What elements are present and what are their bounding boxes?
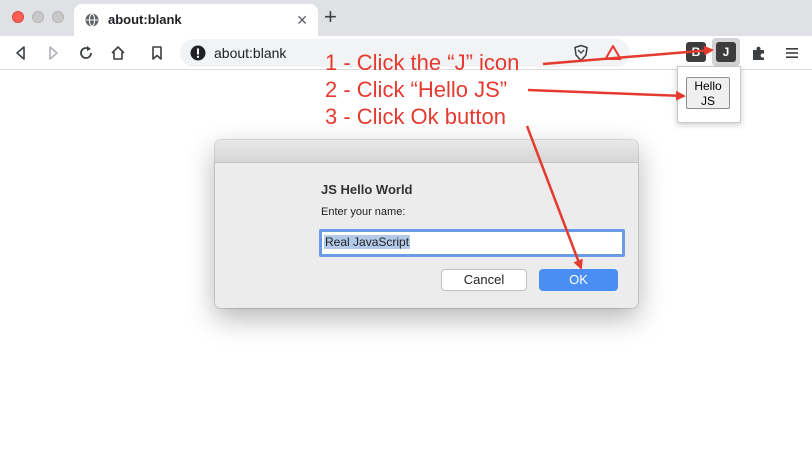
name-input[interactable]: Real JavaScript <box>319 229 625 257</box>
brave-rewards-icon[interactable] <box>604 44 622 62</box>
prompt-dialog: JS Hello World Enter your name: Real Jav… <box>215 140 638 308</box>
zoom-window-button[interactable] <box>52 11 64 23</box>
dialog-message: Enter your name: <box>321 206 406 218</box>
cancel-button[interactable]: Cancel <box>441 269 527 291</box>
tab-title: about:blank <box>108 12 182 27</box>
close-icon[interactable]: ✕ <box>296 12 308 29</box>
annotation-step3: 3 - Click Ok button <box>325 104 506 129</box>
annotation-step1: 1 - Click the “J” icon <box>325 50 520 75</box>
annotation-step2: 2 - Click “Hello JS” <box>325 77 508 102</box>
hello-js-button[interactable]: Hello JS <box>686 77 730 109</box>
back-icon[interactable] <box>12 44 30 62</box>
info-icon[interactable] <box>190 45 206 61</box>
close-window-button[interactable] <box>12 11 24 23</box>
hello-js-label-line1: Hello <box>694 79 722 93</box>
hello-js-label-line2: JS <box>700 94 715 108</box>
forward-icon[interactable] <box>44 44 62 62</box>
globe-icon <box>85 13 99 27</box>
minimize-window-button[interactable] <box>32 11 44 23</box>
dialog-titlebar[interactable] <box>215 140 638 163</box>
arrow-step2 <box>527 88 686 101</box>
url-text: about:blank <box>214 45 287 61</box>
brave-shield-icon[interactable] <box>572 44 590 62</box>
j-extension-icon[interactable]: J <box>716 42 736 62</box>
reload-icon[interactable] <box>77 44 95 62</box>
extension-popup: Hello JS <box>677 66 741 123</box>
new-tab-button[interactable]: + <box>324 6 337 28</box>
extension-b-button[interactable]: B <box>686 42 706 62</box>
menu-icon[interactable] <box>783 44 801 62</box>
tab-about-blank[interactable]: about:blank ✕ <box>74 4 318 36</box>
puzzle-icon[interactable] <box>750 44 768 62</box>
bookmark-icon[interactable] <box>148 44 166 62</box>
extension-j-button[interactable]: J <box>712 38 740 66</box>
dialog-title: JS Hello World <box>321 182 413 197</box>
tab-strip: about:blank ✕ + <box>0 0 812 36</box>
home-icon[interactable] <box>109 44 127 62</box>
name-input-value: Real JavaScript <box>324 235 411 249</box>
ok-button[interactable]: OK <box>539 269 618 291</box>
